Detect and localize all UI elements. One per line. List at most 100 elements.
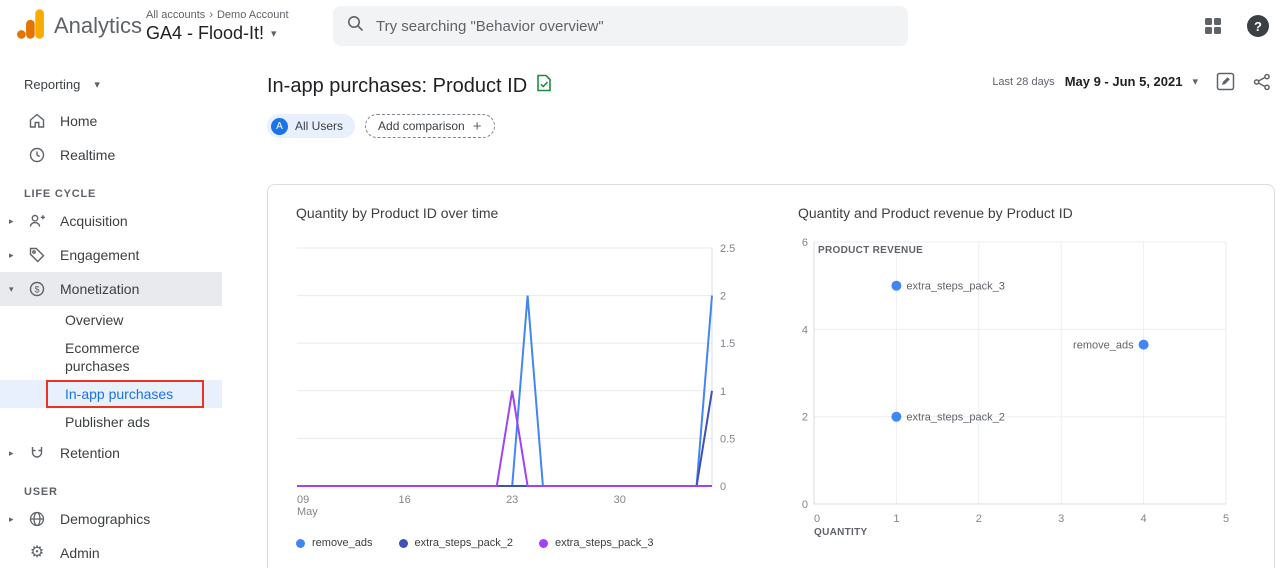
page-title-text: In-app purchases: Product ID [267,74,528,97]
sidebar-item-home[interactable]: Home [0,104,222,138]
scatter-chart: 0 2 4 6 0 1 2 3 4 5 PRODUCT REVENUE QUANTITY extra_s… [802,237,1229,538]
svg-text:PRODUCT REVENUE: PRODUCT REVENUE [818,245,923,256]
line-chart-panel: Quantity by Product ID over time 0 0.5 1 1.… [296,205,746,568]
svg-text:extra_steps_pack_2: extra_steps_pack_2 [906,412,1004,424]
svg-text:extra_steps_pack_3: extra_steps_pack_3 [906,281,1004,293]
chevron-down-icon: ▾ [1192,76,1198,88]
sidebar-item-overview[interactable]: Overview [0,306,222,334]
date-preset-label: Last 28 days [992,75,1055,88]
app-name: Analytics [54,13,143,38]
report-card: Quantity by Product ID over time 0 0.5 1 1.… [267,184,1275,568]
svg-text:2.5: 2.5 [720,243,735,255]
sidebar-item-label: Monetization [60,281,140,297]
sidebar-item-engagement[interactable]: ▸ Engagement [0,238,222,272]
property-name: GA4 - Flood-It! [146,22,265,43]
section-life-cycle: LIFE CYCLE [24,188,97,200]
svg-text:6: 6 [802,237,808,249]
breadcrumb-separator-icon: › [209,8,213,21]
sidebar-item-ecommerce-purchases[interactable]: Ecommerce purchases [0,334,222,380]
report-mode-selector[interactable]: Reporting ▾ [0,68,222,100]
chevron-down-icon: ▾ [271,27,277,40]
sidebar-item-label: In-app purchases [65,386,174,402]
data-quality-icon[interactable] [536,74,552,98]
search-icon [347,15,364,37]
svg-text:4: 4 [802,324,808,336]
comparison-chips: A All Users Add comparison + [267,114,1275,138]
report-actions: Last 28 days May 9 - Jun 5, 2021 ▾ [992,72,1271,91]
segment-chip-all-users[interactable]: A All Users [267,114,356,138]
scatter-chart-panel: Quantity and Product revenue by Product … [798,205,1248,568]
search-bar[interactable] [333,6,908,46]
main-content: In-app purchases: Product ID Last 28 day… [222,52,1283,568]
legend-item: extra_steps_pack_3 [539,537,653,549]
svg-text:09: 09 [297,494,309,506]
chevron-right-icon: ▸ [9,249,14,260]
sidebar-item-label: Publisher ads [65,414,150,430]
globe-icon [28,510,46,528]
sidebar-item-label: Demographics [60,511,151,527]
sidebar-item-demographics[interactable]: ▸ Demographics [0,502,222,536]
legend-item: extra_steps_pack_2 [398,537,513,549]
account-area: All accounts › Demo Account GA4 - Flood-… [146,9,326,44]
sidebar-item-label: Acquisition [60,213,128,229]
svg-text:0: 0 [720,481,726,493]
chevron-down-icon: ▾ [94,78,100,91]
acquisition-icon [28,212,46,230]
add-comparison-button[interactable]: Add comparison + [365,114,495,138]
share-icon[interactable] [1253,73,1271,91]
svg-text:0.5: 0.5 [720,433,735,445]
sidebar-item-admin[interactable]: ⚙ Admin [0,536,222,568]
sidebar-item-retention[interactable]: ▸ Retention [0,436,222,470]
chevron-right-icon: ▸ [9,513,14,524]
breadcrumb-demo-account[interactable]: Demo Account [217,9,289,21]
property-selector[interactable]: GA4 - Flood-It! ▾ [146,23,326,44]
sidebar-item-in-app-purchases[interactable]: In-app purchases [0,380,222,408]
svg-text:5: 5 [1223,513,1229,525]
svg-text:1.5: 1.5 [720,338,735,350]
legend-dot-icon [398,538,408,548]
svg-text:4: 4 [1141,513,1147,525]
chevron-right-icon: ▸ [9,447,14,458]
search-input[interactable] [376,17,894,35]
svg-text:23: 23 [506,494,518,506]
sidebar-item-label: Overview [65,312,124,328]
engagement-icon [28,246,46,264]
sidebar-item-label: Realtime [60,147,116,163]
gear-icon: ⚙ [29,544,45,561]
sidebar-item-label: Retention [60,445,120,461]
sidebar-item-label: Home [60,113,98,129]
chart-title: Quantity by Product ID over time [296,205,499,221]
svg-text:1: 1 [720,386,726,398]
analytics-logo-icon [16,8,46,45]
avatar: A [271,117,288,135]
legend-dot-icon [539,538,548,548]
sidebar-item-label: Admin [60,545,100,561]
breadcrumb-all-accounts[interactable]: All accounts [146,9,205,21]
sidebar-item-monetization[interactable]: ▾ $ Monetization [0,272,222,306]
legend-item: remove_ads [296,537,373,549]
customize-report-icon[interactable] [1216,72,1235,91]
chart-legend: remove_ads extra_steps_pack_2 extra_steps_… [296,537,746,549]
svg-text:QUANTITY: QUANTITY [814,527,868,538]
date-range-value: May 9 - Jun 5, 2021 [1064,74,1183,89]
sidebar: Reporting ▾ Home Realtime LIFE CYCLE ▸ A… [0,52,222,568]
top-header: Analytics All accounts › Demo Account GA… [0,0,1283,52]
sidebar-item-realtime[interactable]: Realtime [0,138,222,172]
breadcrumb: All accounts › Demo Account [146,9,326,21]
sidebar-item-publisher-ads[interactable]: Publisher ads [0,408,222,436]
svg-text:May: May [297,506,318,518]
help-icon[interactable]: ? [1247,15,1269,37]
home-icon [28,112,46,130]
date-range-picker[interactable]: Last 28 days May 9 - Jun 5, 2021 ▾ [992,74,1198,89]
chevron-right-icon: ▸ [9,215,14,226]
plus-icon: + [472,117,482,135]
line-chart: 0 0.5 1 1.5 2 2.5 09May 16 23 30 [297,243,735,518]
topbar-right: ? [1205,0,1269,52]
analytics-logo[interactable]: Analytics [0,8,146,45]
svg-text:remove_ads: remove_ads [1073,340,1134,352]
svg-text:30: 30 [614,494,626,506]
apps-grid-icon[interactable] [1205,18,1221,34]
svg-text:3: 3 [1058,513,1064,525]
sidebar-item-acquisition[interactable]: ▸ Acquisition [0,204,222,238]
svg-text:2: 2 [802,412,808,424]
